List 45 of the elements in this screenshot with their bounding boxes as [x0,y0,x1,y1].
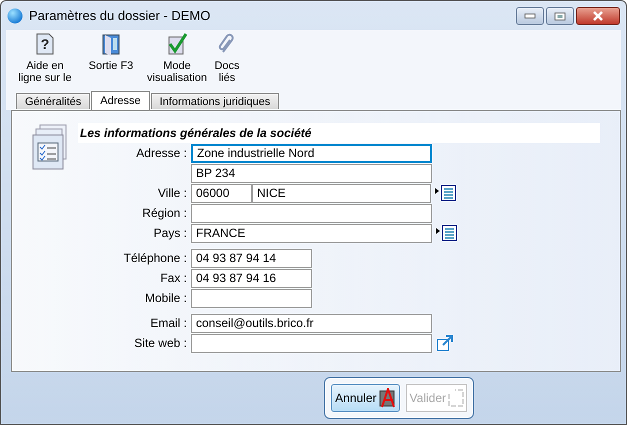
close-icon [591,11,605,21]
window-title: Paramètres du dossier - DEMO [29,8,212,23]
field-label: Site web : [134,336,187,350]
tab[interactable]: Généralités [16,93,90,109]
tab[interactable]: Informations juridiques [150,93,280,109]
maximize-button[interactable] [546,7,574,25]
minimize-icon [524,13,536,19]
section-title: Les informations générales de la société [78,123,600,143]
input-field[interactable] [191,204,432,222]
field-label: Région : [142,206,187,220]
input-field[interactable]: 04 93 87 94 14 [191,248,312,268]
field-label: Téléphone : [124,251,187,265]
help-icon: ? [35,32,55,56]
list-picker-icon[interactable] [436,225,458,241]
field-label: Adresse : [136,146,187,160]
cancel-button[interactable]: Annuler [331,384,400,412]
field-label: Pays : [154,226,187,240]
input-field[interactable]: FRANCE [191,224,432,242]
globe-icon [7,8,23,24]
toolbar-button[interactable]: Docs liés [212,32,242,88]
tab[interactable]: Adresse [91,91,150,110]
field-label: Mobile : [144,291,187,305]
input-field[interactable]: Zone industrielle Nord [191,144,432,162]
list-picker-icon[interactable] [435,185,457,201]
field-label: Ville : [158,186,187,200]
input-field[interactable]: BP 234 [191,164,432,182]
input-field[interactable]: 04 93 87 94 16 [191,268,312,288]
input-field[interactable] [191,288,312,308]
toolbar-button[interactable]: Mode visualisation [146,32,208,88]
maximize-icon [554,12,566,20]
field-label: Email : [150,316,187,330]
external-link-icon[interactable] [436,334,454,352]
toolbar-button[interactable]: ? Aide en ligne sur le [14,32,76,88]
door-icon [101,32,121,56]
cancel-icon [378,388,397,408]
minimize-button[interactable] [516,7,544,25]
input-field[interactable]: conseil@outils.brico.fr [191,314,432,332]
toolbar-button[interactable]: Sortie F3 [80,32,142,88]
input-field[interactable]: NICE [252,184,431,202]
input-field[interactable]: 06000 [191,184,252,202]
field-label: Fax : [160,271,187,285]
empty-frame-icon [448,389,464,407]
check-icon [166,32,188,56]
input-field[interactable] [191,334,432,352]
close-button[interactable] [576,7,620,25]
